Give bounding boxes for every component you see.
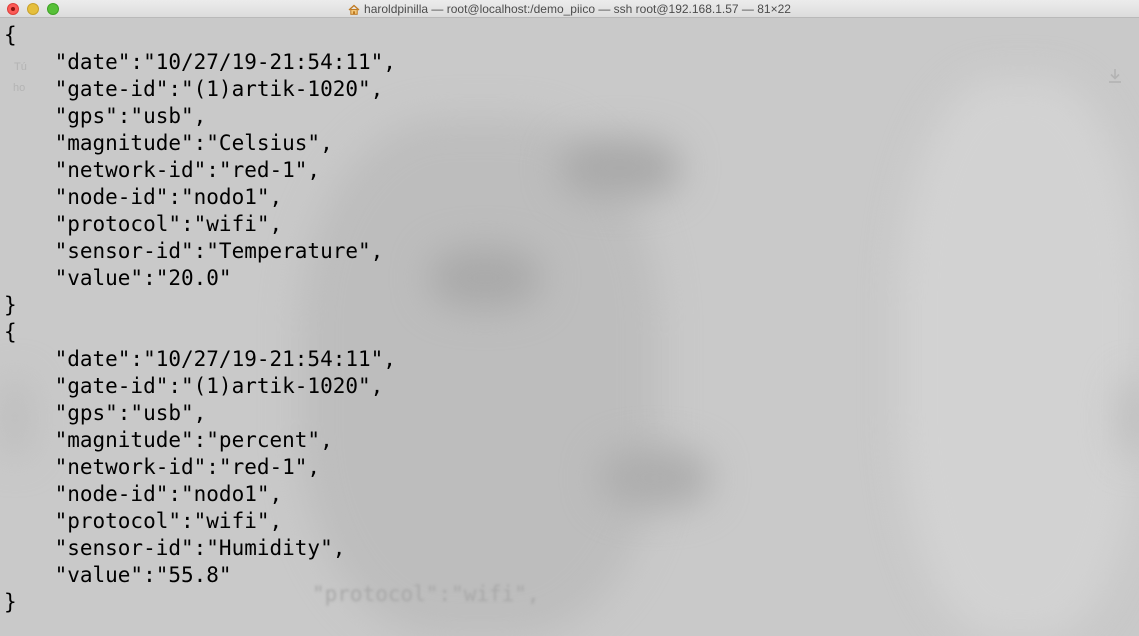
terminal-window: haroldpinilla — root@localhost:/demo_pii… <box>0 0 1139 636</box>
window-title: haroldpinilla — root@localhost:/demo_pii… <box>0 0 1139 18</box>
terminal-line: { <box>4 320 17 344</box>
terminal-line: "sensor-id":"Humidity", <box>4 536 346 560</box>
terminal-line: "network-id":"red-1", <box>4 455 321 479</box>
home-icon <box>348 4 360 15</box>
terminal-line: } <box>4 293 17 317</box>
terminal-line: "network-id":"red-1", <box>4 158 321 182</box>
terminal-line: "gate-id":"(1)artik-1020", <box>4 374 384 398</box>
terminal-line: "node-id":"nodo1", <box>4 482 283 506</box>
terminal-line: "gps":"usb", <box>4 104 207 128</box>
terminal-line: "magnitude":"Celsius", <box>4 131 333 155</box>
terminal-line: "gps":"usb", <box>4 401 207 425</box>
terminal-line: "magnitude":"percent", <box>4 428 333 452</box>
terminal-line: "protocol":"wifi", <box>4 509 283 533</box>
terminal-line: "node-id":"nodo1", <box>4 185 283 209</box>
terminal-line: "protocol":"wifi", <box>4 212 283 236</box>
title-bar[interactable]: haroldpinilla — root@localhost:/demo_pii… <box>0 0 1139 18</box>
terminal-line: { <box>4 23 17 47</box>
terminal-line: } <box>4 590 17 614</box>
terminal-line: "value":"20.0" <box>4 266 232 290</box>
terminal-output[interactable]: { "date":"10/27/19-21:54:11", "gate-id":… <box>0 18 1139 636</box>
terminal-text: { "date":"10/27/19-21:54:11", "gate-id":… <box>0 18 1139 616</box>
terminal-line: "value":"55.8" <box>4 563 232 587</box>
terminal-line: "sensor-id":"Temperature", <box>4 239 384 263</box>
window-title-text: haroldpinilla — root@localhost:/demo_pii… <box>364 2 791 16</box>
terminal-line: "date":"10/27/19-21:54:11", <box>4 347 396 371</box>
terminal-line: "gate-id":"(1)artik-1020", <box>4 77 384 101</box>
terminal-line: "date":"10/27/19-21:54:11", <box>4 50 396 74</box>
